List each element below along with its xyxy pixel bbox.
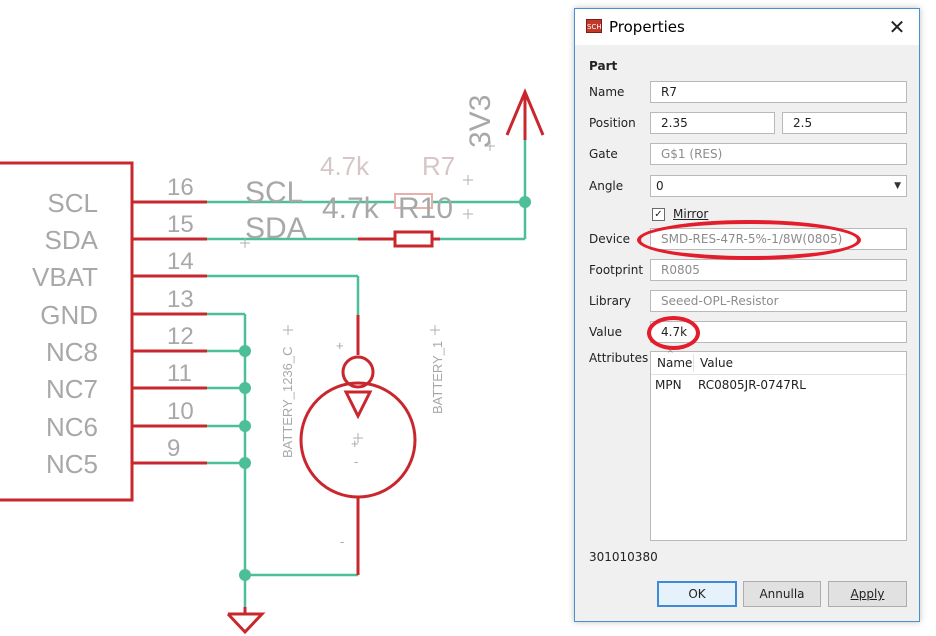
pin-number-14: 14 xyxy=(167,248,194,275)
close-icon[interactable]: ✕ xyxy=(885,15,909,39)
pin-number-13: 13 xyxy=(167,286,194,313)
section-part: Part xyxy=(589,59,618,73)
pin-label-sda: SDA xyxy=(45,225,99,255)
junction-dot xyxy=(519,196,531,208)
attr-col-name[interactable]: Name xyxy=(657,356,692,370)
pin-label-vbat: VBAT xyxy=(32,262,98,292)
junction-dot xyxy=(239,569,251,581)
pin-number-10: 10 xyxy=(167,398,194,425)
value-field[interactable]: 4.7k xyxy=(650,321,907,343)
properties-dialog: SCH Properties ✕ Part Name R7 Position 2… xyxy=(574,8,920,622)
battery-inner-plus: + xyxy=(351,436,359,451)
battery-label-2: BATTERY_1 xyxy=(430,341,445,414)
angle-value: 0 xyxy=(656,179,664,193)
ok-button[interactable]: OK xyxy=(657,581,737,607)
footer-id: 301010380 xyxy=(589,550,658,564)
junction-dot xyxy=(239,382,251,394)
attributes-label: Attributes xyxy=(589,351,649,365)
r7-value-label: 4.7k xyxy=(320,151,370,181)
r10-name-label: R10 xyxy=(398,192,453,225)
footprint-field: R0805 xyxy=(650,259,907,281)
net-label-3v3[interactable]: 3V3 xyxy=(464,95,497,148)
sch-app-icon: SCH xyxy=(586,19,602,33)
pin-label-nc8: NC8 xyxy=(46,337,98,367)
name-label: Name xyxy=(589,85,625,99)
dialog-title: Properties xyxy=(609,18,685,36)
pin-number-12: 12 xyxy=(167,323,194,350)
attr-row-name: MPN xyxy=(655,378,682,392)
gate-label: Gate xyxy=(589,147,618,161)
pin-label-gnd: GND xyxy=(40,300,98,330)
value-label: Value xyxy=(589,325,622,339)
angle-label: Angle xyxy=(589,179,624,193)
pin-number-15: 15 xyxy=(167,211,194,238)
device-field: SMD-RES-47R-5%-1/8W(0805) xyxy=(650,228,907,250)
position-label: Position xyxy=(589,116,636,130)
position-y-field[interactable]: 2.5 xyxy=(782,112,907,134)
chevron-down-icon: ▼ xyxy=(894,181,901,191)
attr-row-value: RC0805JR-0747RL xyxy=(698,378,806,392)
name-field[interactable]: R7 xyxy=(650,81,907,103)
pin-number-16: 16 xyxy=(167,174,194,201)
pin-number-9: 9 xyxy=(167,435,180,462)
pin-label-nc5: NC5 xyxy=(46,449,98,479)
mirror-checkbox[interactable]: ✓ xyxy=(652,208,665,221)
r10-value-label: 4.7k xyxy=(322,192,380,225)
attr-col-value[interactable]: Value xyxy=(700,356,733,370)
r7-name-label: R7 xyxy=(422,151,455,181)
footprint-label: Footprint xyxy=(589,263,644,277)
net-label-scl[interactable]: SCL xyxy=(245,176,303,209)
ground-icon[interactable] xyxy=(226,612,266,635)
battery-arrow-icon xyxy=(343,390,373,420)
attributes-header: ^ Name Value xyxy=(651,349,906,375)
net-label-sda[interactable]: SDA xyxy=(245,212,307,245)
library-label: Library xyxy=(589,294,631,308)
pin-number-11: 11 xyxy=(167,360,192,387)
gate-field: G$1 (RES) xyxy=(650,143,907,165)
pin-label-nc6: NC6 xyxy=(46,412,98,442)
mirror-label[interactable]: Mirror xyxy=(673,207,708,221)
pin-label-scl: SCL xyxy=(47,188,98,218)
battery-minus: - xyxy=(340,534,344,549)
position-x-field[interactable]: 2.35 xyxy=(650,112,775,134)
battery-plus: + xyxy=(336,338,344,353)
resistor-r10[interactable] xyxy=(393,230,434,248)
attributes-table[interactable]: ^ Name Value MPN RC0805JR-0747RL xyxy=(650,349,907,541)
battery-inner-minus: - xyxy=(354,454,358,469)
pin-label-nc7: NC7 xyxy=(46,374,98,404)
cancel-button[interactable]: Annulla xyxy=(743,581,821,607)
junction-dot xyxy=(239,420,251,432)
apply-button[interactable]: Apply xyxy=(828,581,907,607)
junction-dot xyxy=(239,457,251,469)
battery-label-1: BATTERY_1236_C xyxy=(280,346,295,458)
junction-dot xyxy=(239,345,251,357)
device-label: Device xyxy=(589,232,631,246)
angle-select[interactable]: 0 ▼ xyxy=(650,175,907,197)
dialog-titlebar[interactable]: SCH Properties ✕ xyxy=(575,9,919,45)
library-field: Seeed-OPL-Resistor xyxy=(650,290,907,312)
